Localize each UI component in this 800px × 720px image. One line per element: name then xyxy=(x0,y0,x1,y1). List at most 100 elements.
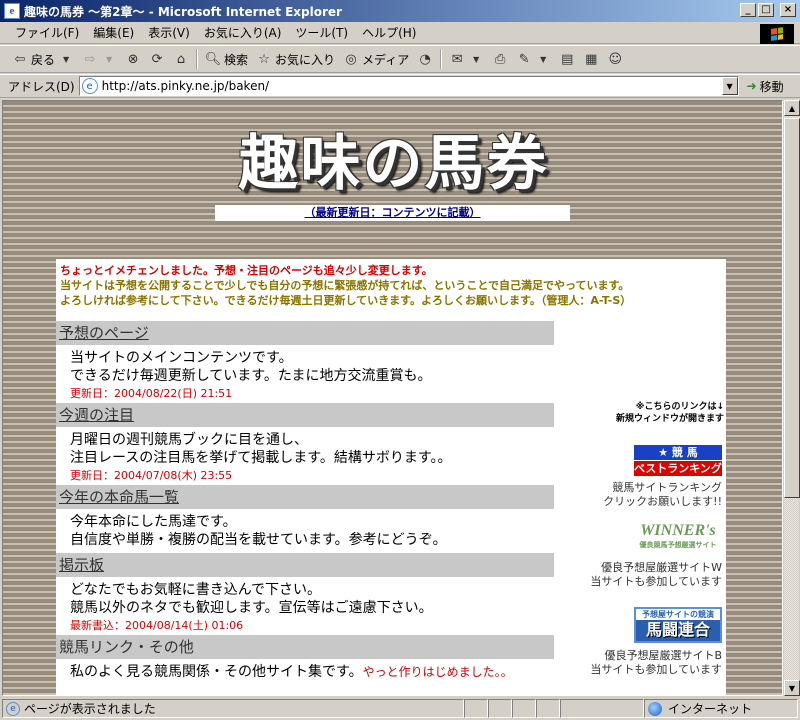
menu-favorites[interactable]: お気に入り(A) xyxy=(197,24,289,41)
windows-logo-icon xyxy=(760,24,794,44)
back-arrow-icon: ⇦ xyxy=(14,51,26,67)
star-icon: ☆ xyxy=(258,51,270,67)
caption-line: クリックお願いします!! xyxy=(603,495,722,508)
status-cell xyxy=(536,699,560,718)
banner-bottom: ベストランキング xyxy=(634,461,722,476)
home-button[interactable]: ⌂ xyxy=(169,48,193,70)
update-link[interactable]: （最新更新日：コンテンツに記載） xyxy=(215,205,570,221)
zone-label: インターネット xyxy=(668,702,753,716)
banner-top: ★ 競 馬 xyxy=(634,445,722,460)
section-text: どなたでもお気軽に書き込んで下さい。 xyxy=(70,582,322,598)
winners-banner[interactable]: WINNER's 優良競馬予想厳選サイト xyxy=(634,521,722,552)
section-text: 今年本命にした馬達です。 xyxy=(70,514,237,530)
go-arrow-icon: ➜ xyxy=(746,79,757,93)
section-text: 月曜日の週刊競馬ブックに目を通し、 xyxy=(70,432,308,448)
section-note: やっと作りはじめました。。 xyxy=(362,665,513,679)
address-input[interactable]: e http://ats.pinky.ne.jp/baken/ ▼ xyxy=(78,76,739,96)
edit-button[interactable]: ✎ ▼ xyxy=(512,48,555,70)
content-panel: ちょっとイメチェンしました。予想・注目のページも追々少し変更します。 当サイトは… xyxy=(56,259,726,696)
section-body: どなたでもお気軽に書き込んで下さい。 競馬以外のネタでも歓迎します。宣伝等はご遠… xyxy=(56,577,556,617)
stop-button[interactable]: ⊗ xyxy=(121,48,145,70)
search-button[interactable]: 🔍︎ 検索 xyxy=(201,48,252,70)
document-icon: ▤ xyxy=(561,51,574,67)
status-cell xyxy=(464,699,488,718)
ranking-banner[interactable]: ★ 競 馬 ベストランキング xyxy=(634,445,722,476)
search-icon: 🔍︎ xyxy=(204,51,222,67)
section-text: 競馬以外のネタでも歓迎します。宣伝等はご遠慮下さい。 xyxy=(70,600,433,616)
mail-button[interactable]: ✉ ▼ xyxy=(445,48,488,70)
banner-top: 予想屋サイトの競演 xyxy=(636,609,720,620)
section-header-bbs: 掲示板 xyxy=(56,553,554,577)
menu-edit[interactable]: 編集(E) xyxy=(86,24,141,41)
research-icon: ▦ xyxy=(585,51,598,67)
refresh-button[interactable]: ⟳ xyxy=(145,48,169,70)
vertical-scrollbar[interactable]: ▲ ▼ xyxy=(783,100,800,696)
new-window-note: ※こちらのリンクは↓ 新規ウィンドウが開きます xyxy=(616,401,724,425)
favorites-button[interactable]: ☆ お気に入り xyxy=(252,48,339,70)
media-label: メディア xyxy=(362,52,410,67)
search-label: 検索 xyxy=(224,52,249,67)
menu-bar: ファイル(F) 編集(E) 表示(V) お気に入り(A) ツール(T) ヘルプ(… xyxy=(0,22,800,44)
address-label: アドレス(D) xyxy=(8,79,75,94)
toolbar-separator xyxy=(440,49,443,69)
update-date: 更新日：2004/07/08(木) 23:55 xyxy=(70,469,233,482)
go-label: 移動 xyxy=(759,79,784,94)
section-link-honmei[interactable]: 今年の本命馬一覧 xyxy=(59,488,179,506)
winners-caption: 優良予想屋厳選サイトW 当サイトも参加しています xyxy=(590,561,722,589)
dropdown-arrow-icon: ▼ xyxy=(62,54,70,64)
window-controls: _ □ × xyxy=(740,3,796,17)
section-text: 自信度や単勝・複勝の配当を載せています。参考にどうぞ。 xyxy=(70,532,447,548)
section-body: 今年本命にした馬達です。 自信度や単勝・複勝の配当を載せています。参考にどうぞ。 xyxy=(56,509,556,553)
media-button[interactable]: ◎ メディア xyxy=(339,48,413,70)
section-header-yosou: 予想のページ xyxy=(56,321,554,345)
close-button[interactable]: × xyxy=(780,3,796,17)
update-date: 更新日：2004/08/22(日) 21:51 xyxy=(70,387,233,400)
internet-globe-icon xyxy=(648,701,662,716)
page-icon: e xyxy=(6,701,20,716)
section-link-yosou[interactable]: 予想のページ xyxy=(59,324,149,342)
address-dropdown-button[interactable]: ▼ xyxy=(721,77,738,95)
forward-button[interactable]: ⇨ ▼ xyxy=(78,48,121,70)
section-text: 私のよく見る競馬関係・その他サイト集です。 xyxy=(70,664,363,680)
scroll-thumb[interactable] xyxy=(784,118,800,498)
scroll-up-button[interactable]: ▲ xyxy=(784,100,800,116)
section-header-chumoku: 今週の注目 xyxy=(56,403,554,427)
batou-caption: 優良予想屋厳選サイトB 当サイトも参加しています xyxy=(590,649,722,677)
research-button[interactable]: ▦ xyxy=(579,48,603,70)
caption-line: 競馬サイトランキング xyxy=(612,481,722,494)
dropdown-arrow-icon: ▼ xyxy=(105,54,113,64)
notice-line: ちょっとイメチェンしました。予想・注目のページも追々少し変更します。 xyxy=(60,264,433,277)
history-button[interactable]: ◔ xyxy=(413,48,437,70)
go-button[interactable]: ➜ 移動 xyxy=(747,78,784,95)
section-text: できるだけ毎週更新しています。たまに地方交流重賞も。 xyxy=(70,368,432,384)
scroll-down-button[interactable]: ▼ xyxy=(784,680,800,696)
print-button[interactable]: ⎙ xyxy=(488,48,512,70)
site-title: 趣味の馬券 xyxy=(238,129,549,199)
menu-help[interactable]: ヘルプ(H) xyxy=(355,24,423,41)
back-label: 戻る xyxy=(31,52,56,67)
maximize-button[interactable]: □ xyxy=(758,3,774,17)
dropdown-arrow-icon: ▼ xyxy=(473,54,480,64)
banner-main: 馬闘連合 xyxy=(645,620,710,639)
messenger-button[interactable]: ☺ xyxy=(603,48,627,70)
menu-view[interactable]: 表示(V) xyxy=(141,24,197,41)
minimize-button[interactable]: _ xyxy=(740,3,756,17)
back-button[interactable]: ⇦ 戻る ▼ xyxy=(8,48,78,70)
latest-post-date: 最新書込：2004/08/14(土) 01:06 xyxy=(70,619,244,632)
refresh-icon: ⟳ xyxy=(151,51,163,67)
dropdown-arrow-icon: ▼ xyxy=(540,54,547,64)
zone-cell: インターネット xyxy=(644,699,798,718)
banner-sub: 優良競馬予想厳選サイト xyxy=(639,541,717,549)
partial-banner[interactable] xyxy=(634,695,722,696)
section-link-chumoku[interactable]: 今週の注目 xyxy=(59,406,134,424)
section-link-bbs[interactable]: 掲示板 xyxy=(59,556,104,574)
menu-file[interactable]: ファイル(F) xyxy=(8,24,86,41)
section-header-honmei: 今年の本命馬一覧 xyxy=(56,485,554,509)
sidebar: ※こちらのリンクは↓ 新規ウィンドウが開きます ★ 競 馬 ベストランキング 競… xyxy=(568,321,726,696)
discuss-button[interactable]: ▤ xyxy=(555,48,579,70)
menu-tools[interactable]: ツール(T) xyxy=(288,24,355,41)
batou-rengou-banner[interactable]: 予想屋サイトの競演 馬闘連合 xyxy=(634,607,722,643)
caption-line: 当サイトも参加しています xyxy=(590,575,722,588)
toolbar-separator xyxy=(196,49,199,69)
caption-line: 優良予想屋厳選サイトW xyxy=(601,561,722,574)
